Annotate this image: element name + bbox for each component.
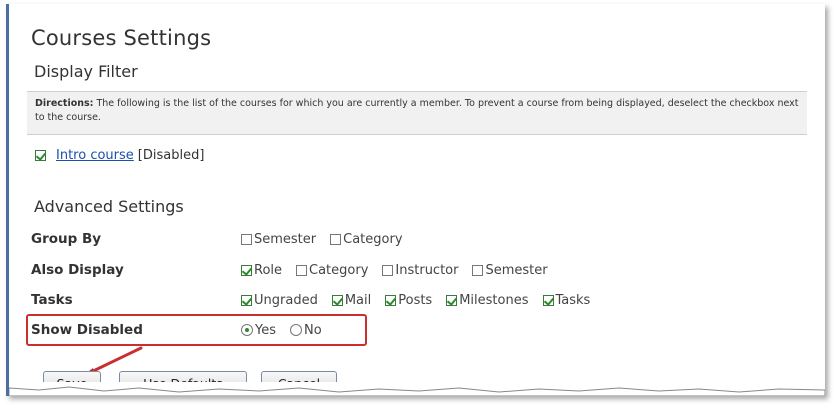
- option-label: Semester: [254, 231, 317, 247]
- tasks-mail-checkbox[interactable]: [331, 294, 343, 306]
- option-label: Category: [309, 262, 369, 278]
- option-label: Tasks: [555, 292, 591, 308]
- option-label: Ungraded: [254, 292, 318, 308]
- tasks-mail-option[interactable]: Mail: [331, 292, 372, 308]
- tasks-milestones-checkbox[interactable]: [446, 294, 458, 306]
- option-label: Category: [343, 231, 403, 247]
- display-role-checkbox[interactable]: [241, 264, 252, 276]
- display-semester-option[interactable]: Semester: [472, 262, 548, 278]
- display-role-option[interactable]: Role: [241, 263, 282, 278]
- course-status: [Disabled]: [137, 148, 205, 163]
- course-row: Intro course [Disabled]: [35, 148, 204, 163]
- torn-edge-shape: [9, 386, 825, 396]
- group-by-semester-checkbox[interactable]: [241, 233, 252, 245]
- directions-box: Directions: The following is the list of…: [27, 91, 807, 135]
- tasks-milestones-option[interactable]: Milestones: [446, 292, 529, 308]
- tasks-tasks-option[interactable]: Tasks: [542, 292, 591, 308]
- option-label: Role: [254, 262, 283, 278]
- group-by-category-option[interactable]: Category: [330, 231, 403, 247]
- display-semester-checkbox[interactable]: [472, 264, 484, 276]
- group-by-category-checkbox[interactable]: [330, 233, 342, 245]
- tasks-label: Tasks: [31, 292, 73, 308]
- highlight-box: [26, 314, 367, 346]
- directions-text: The following is the list of the courses…: [35, 98, 799, 123]
- tasks-posts-option[interactable]: Posts: [385, 293, 432, 308]
- group-by-label: Group By: [31, 231, 102, 247]
- settings-page: Courses Settings Display Filter Directio…: [6, 4, 825, 396]
- course-link[interactable]: Intro course: [56, 148, 134, 163]
- page-title: Courses Settings: [31, 26, 212, 50]
- tasks-row: Tasks Ungraded Mail Posts Milestones Tas…: [31, 290, 604, 310]
- tasks-tasks-checkbox[interactable]: [542, 294, 554, 306]
- option-label: Posts: [398, 292, 433, 308]
- also-display-row: Also Display Role Category Instructor Se…: [31, 260, 562, 280]
- option-label: Semester: [485, 262, 548, 278]
- course-checkbox[interactable]: [35, 150, 46, 161]
- option-label: Instructor: [395, 262, 459, 278]
- display-category-option[interactable]: Category: [296, 263, 368, 278]
- display-instructor-option[interactable]: Instructor: [382, 263, 458, 278]
- group-by-row: Group By Semester Category: [31, 229, 417, 249]
- option-label: Milestones: [459, 292, 529, 308]
- advanced-settings-heading: Advanced Settings: [34, 197, 184, 216]
- directions-label: Directions:: [35, 98, 94, 109]
- group-by-semester-option[interactable]: Semester: [241, 232, 316, 247]
- display-instructor-checkbox[interactable]: [382, 264, 394, 276]
- tasks-ungraded-option[interactable]: Ungraded: [241, 293, 318, 308]
- also-display-label: Also Display: [31, 262, 124, 278]
- option-label: Mail: [344, 292, 372, 308]
- tasks-posts-checkbox[interactable]: [385, 294, 397, 306]
- display-filter-heading: Display Filter: [34, 62, 138, 81]
- display-category-checkbox[interactable]: [296, 264, 308, 276]
- tasks-ungraded-checkbox[interactable]: [241, 294, 252, 306]
- torn-edge: [9, 382, 825, 396]
